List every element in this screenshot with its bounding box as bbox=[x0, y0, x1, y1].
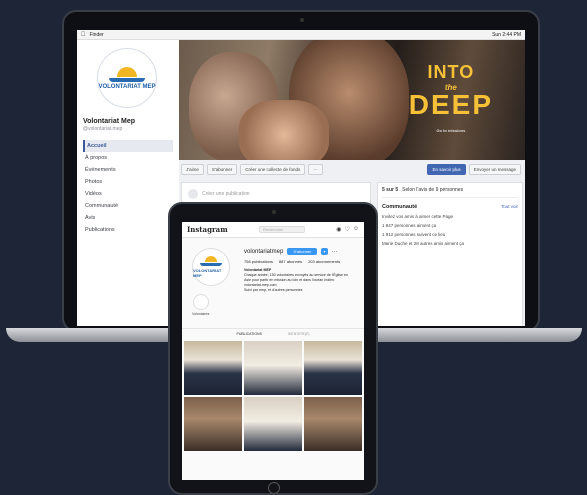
follow-button[interactable]: S'abonner bbox=[287, 248, 318, 255]
learn-more-button[interactable]: En savoir plus bbox=[427, 163, 466, 175]
profile-username: volontariatmep bbox=[244, 248, 284, 255]
post-thumbnail[interactable] bbox=[304, 397, 362, 451]
nav-item-evenements[interactable]: Événements bbox=[83, 164, 173, 176]
page-nav: Accueil À propos Événements Photos Vidéo… bbox=[83, 140, 173, 236]
page-avatar[interactable]: VOLONTARIAT MEP bbox=[97, 48, 157, 108]
friends-like: Marie Duche et 28 autres amis aiment ça bbox=[382, 241, 465, 246]
more-options-icon[interactable]: ··· bbox=[332, 249, 338, 255]
boat-logo-icon bbox=[109, 77, 145, 82]
highlight-label: Volontaires bbox=[192, 312, 210, 316]
cover-praying-hands bbox=[239, 100, 329, 160]
instagram-profile: VOLONTARIAT MEP volontariatmep S'abonner… bbox=[182, 238, 364, 318]
invite-friends-link[interactable]: Invitez vos amis à aimer cette Page bbox=[382, 214, 518, 219]
post-thumbnail[interactable] bbox=[304, 341, 362, 395]
tablet: Instagram Rechercher ◉ ♡ ☺ VOLONTARIAT M… bbox=[168, 202, 378, 495]
bio-name: Volontariat MEP bbox=[244, 268, 272, 272]
explore-icon[interactable]: ◉ bbox=[336, 226, 341, 233]
sun-logo-icon bbox=[117, 66, 137, 77]
tablet-screen: Instagram Rechercher ◉ ♡ ☺ VOLONTARIAT M… bbox=[182, 222, 364, 480]
heart-icon[interactable]: ♡ bbox=[344, 226, 349, 233]
community-title: Communauté bbox=[382, 204, 418, 210]
nav-item-photos[interactable]: Photos bbox=[83, 176, 173, 188]
profile-avatar[interactable]: VOLONTARIAT MEP bbox=[192, 248, 230, 286]
story-highlight[interactable]: Volontaires bbox=[192, 294, 209, 316]
tab-tagged[interactable]: IDENTIFIÉ(E) bbox=[288, 332, 310, 336]
send-message-button[interactable]: Envoyer un message bbox=[468, 163, 521, 175]
fundraiser-button[interactable]: Créer une collecte de fonds bbox=[240, 163, 306, 175]
cover-title: INTO the DEEP Go to missions bbox=[408, 62, 493, 133]
page-action-bar: J'aime S'abonner Créer une collecte de f… bbox=[181, 162, 521, 176]
facebook-sidebar: VOLONTARIAT MEP Volontariat Mep @volonta… bbox=[77, 40, 179, 326]
post-thumbnail[interactable] bbox=[244, 397, 302, 451]
more-button[interactable]: ··· bbox=[308, 163, 323, 175]
instagram-logo[interactable]: Instagram bbox=[187, 225, 228, 234]
page-handle: @volontariat.mep bbox=[83, 126, 123, 132]
followed-by[interactable]: Suivi par mep, et d'autres personnes bbox=[244, 288, 302, 292]
posts-count: 756 publications bbox=[244, 259, 273, 264]
subscribe-button[interactable]: S'abonner bbox=[206, 163, 238, 175]
laptop-camera bbox=[300, 18, 304, 22]
bio-link[interactable]: volontariat-mep.com bbox=[244, 283, 277, 287]
post-thumbnail[interactable] bbox=[184, 397, 242, 451]
apple-icon[interactable]:  bbox=[81, 32, 86, 38]
page-title: Volontariat Mep bbox=[83, 118, 135, 125]
mac-app-name[interactable]: Finder bbox=[90, 32, 104, 38]
profile-meta: volontariatmep S'abonner ▾ ··· 756 publi… bbox=[244, 248, 360, 293]
rating-value: 5 sur 5 bbox=[382, 187, 399, 193]
profile-tabs: PUBLICATIONS IDENTIFIÉ(E) bbox=[182, 328, 364, 339]
nav-item-accueil[interactable]: Accueil bbox=[83, 140, 173, 152]
nav-item-communaute[interactable]: Communauté bbox=[83, 200, 173, 212]
logo-text: VOLONTARIAT MEP bbox=[98, 83, 156, 90]
followers-count: 1 912 personnes suivent ce lieu bbox=[382, 232, 446, 237]
followers-count[interactable]: 887 abonnés bbox=[279, 259, 302, 264]
profile-bio: Volontariat MEP Chaque année, 150 volont… bbox=[244, 268, 360, 293]
rating-detail: Selon l'avis de 9 personnes bbox=[402, 187, 464, 193]
mac-menu-bar:  Finder Sun 2:44 PM bbox=[77, 30, 525, 40]
post-thumbnail[interactable] bbox=[244, 341, 302, 395]
highlight-cover bbox=[192, 294, 209, 310]
see-all-link[interactable]: Tout voir bbox=[501, 204, 518, 210]
tab-publications[interactable]: PUBLICATIONS bbox=[236, 332, 261, 336]
bio-line: Chaque année, 150 volontaires envoyés au… bbox=[244, 273, 348, 277]
post-grid bbox=[182, 339, 364, 453]
nav-item-a-propos[interactable]: À propos bbox=[83, 152, 173, 164]
following-count[interactable]: 203 abonnements bbox=[308, 259, 340, 264]
instagram-header: Instagram Rechercher ◉ ♡ ☺ bbox=[182, 222, 364, 238]
home-button[interactable] bbox=[268, 482, 280, 494]
likes-count: 1 847 personnes aiment ça bbox=[382, 223, 437, 228]
nav-item-videos[interactable]: Vidéos bbox=[83, 188, 173, 200]
composer-input[interactable]: Créer une publication bbox=[202, 191, 250, 197]
post-thumbnail[interactable] bbox=[184, 341, 242, 395]
boat-logo-icon bbox=[200, 263, 222, 266]
nav-item-publications[interactable]: Publications bbox=[83, 224, 173, 236]
tablet-camera bbox=[272, 210, 276, 214]
composer-avatar bbox=[188, 189, 198, 199]
bio-line: Asie pour partir en mission au loin et d… bbox=[244, 278, 335, 282]
like-button[interactable]: J'aime bbox=[181, 163, 204, 175]
profile-icon[interactable]: ☺ bbox=[353, 226, 359, 233]
mac-clock: Sun 2:44 PM bbox=[492, 31, 521, 38]
community-panel: 5 sur 5 Selon l'avis de 9 personnes Comm… bbox=[377, 182, 523, 326]
search-input[interactable]: Rechercher bbox=[258, 226, 305, 233]
cover-photo[interactable]: INTO the DEEP Go to missions bbox=[179, 40, 525, 160]
device-mockup-scene:  Finder Sun 2:44 PM VOLONTARIAT MEP Vol… bbox=[0, 0, 587, 495]
sun-logo-icon bbox=[205, 256, 217, 262]
logo-text: VOLONTARIAT MEP bbox=[193, 268, 222, 278]
chevron-down-icon[interactable]: ▾ bbox=[321, 248, 328, 255]
nav-item-avis[interactable]: Avis bbox=[83, 212, 173, 224]
